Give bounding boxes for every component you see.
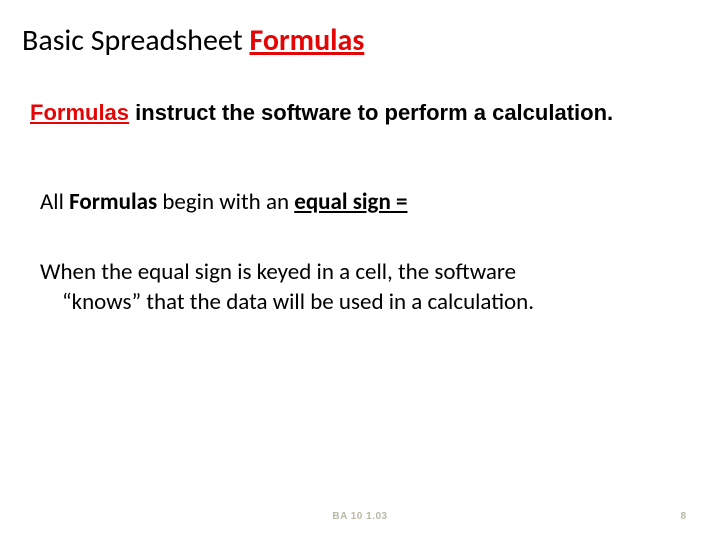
t3: begin with an (157, 188, 294, 216)
slide-title: Basic Spreadsheet Formulas (22, 22, 364, 59)
explanation-paragraph: When the equal sign is keyed in a cell, … (40, 258, 680, 318)
slide: Basic Spreadsheet Formulas Formulas inst… (0, 0, 720, 540)
t4: equal sign = (294, 188, 407, 216)
definition-rest: instruct the software to perform a calcu… (129, 100, 613, 125)
t1: All (40, 188, 69, 216)
page-number: 8 (680, 511, 686, 522)
equal-sign-line: All Formulas begin with an equal sign = (40, 188, 680, 216)
t2: Formulas (69, 188, 157, 216)
title-prefix: Basic Spreadsheet (22, 22, 249, 59)
para-line1: When the equal sign is keyed in a cell, … (40, 258, 516, 286)
definition-highlight: Formulas (30, 100, 129, 125)
para-line2: “knows” that the data will be used in a … (40, 288, 680, 318)
footer-code: BA 10 1.03 (0, 511, 720, 522)
title-highlight: Formulas (249, 22, 364, 59)
definition-line: Formulas instruct the software to perfor… (30, 100, 680, 126)
